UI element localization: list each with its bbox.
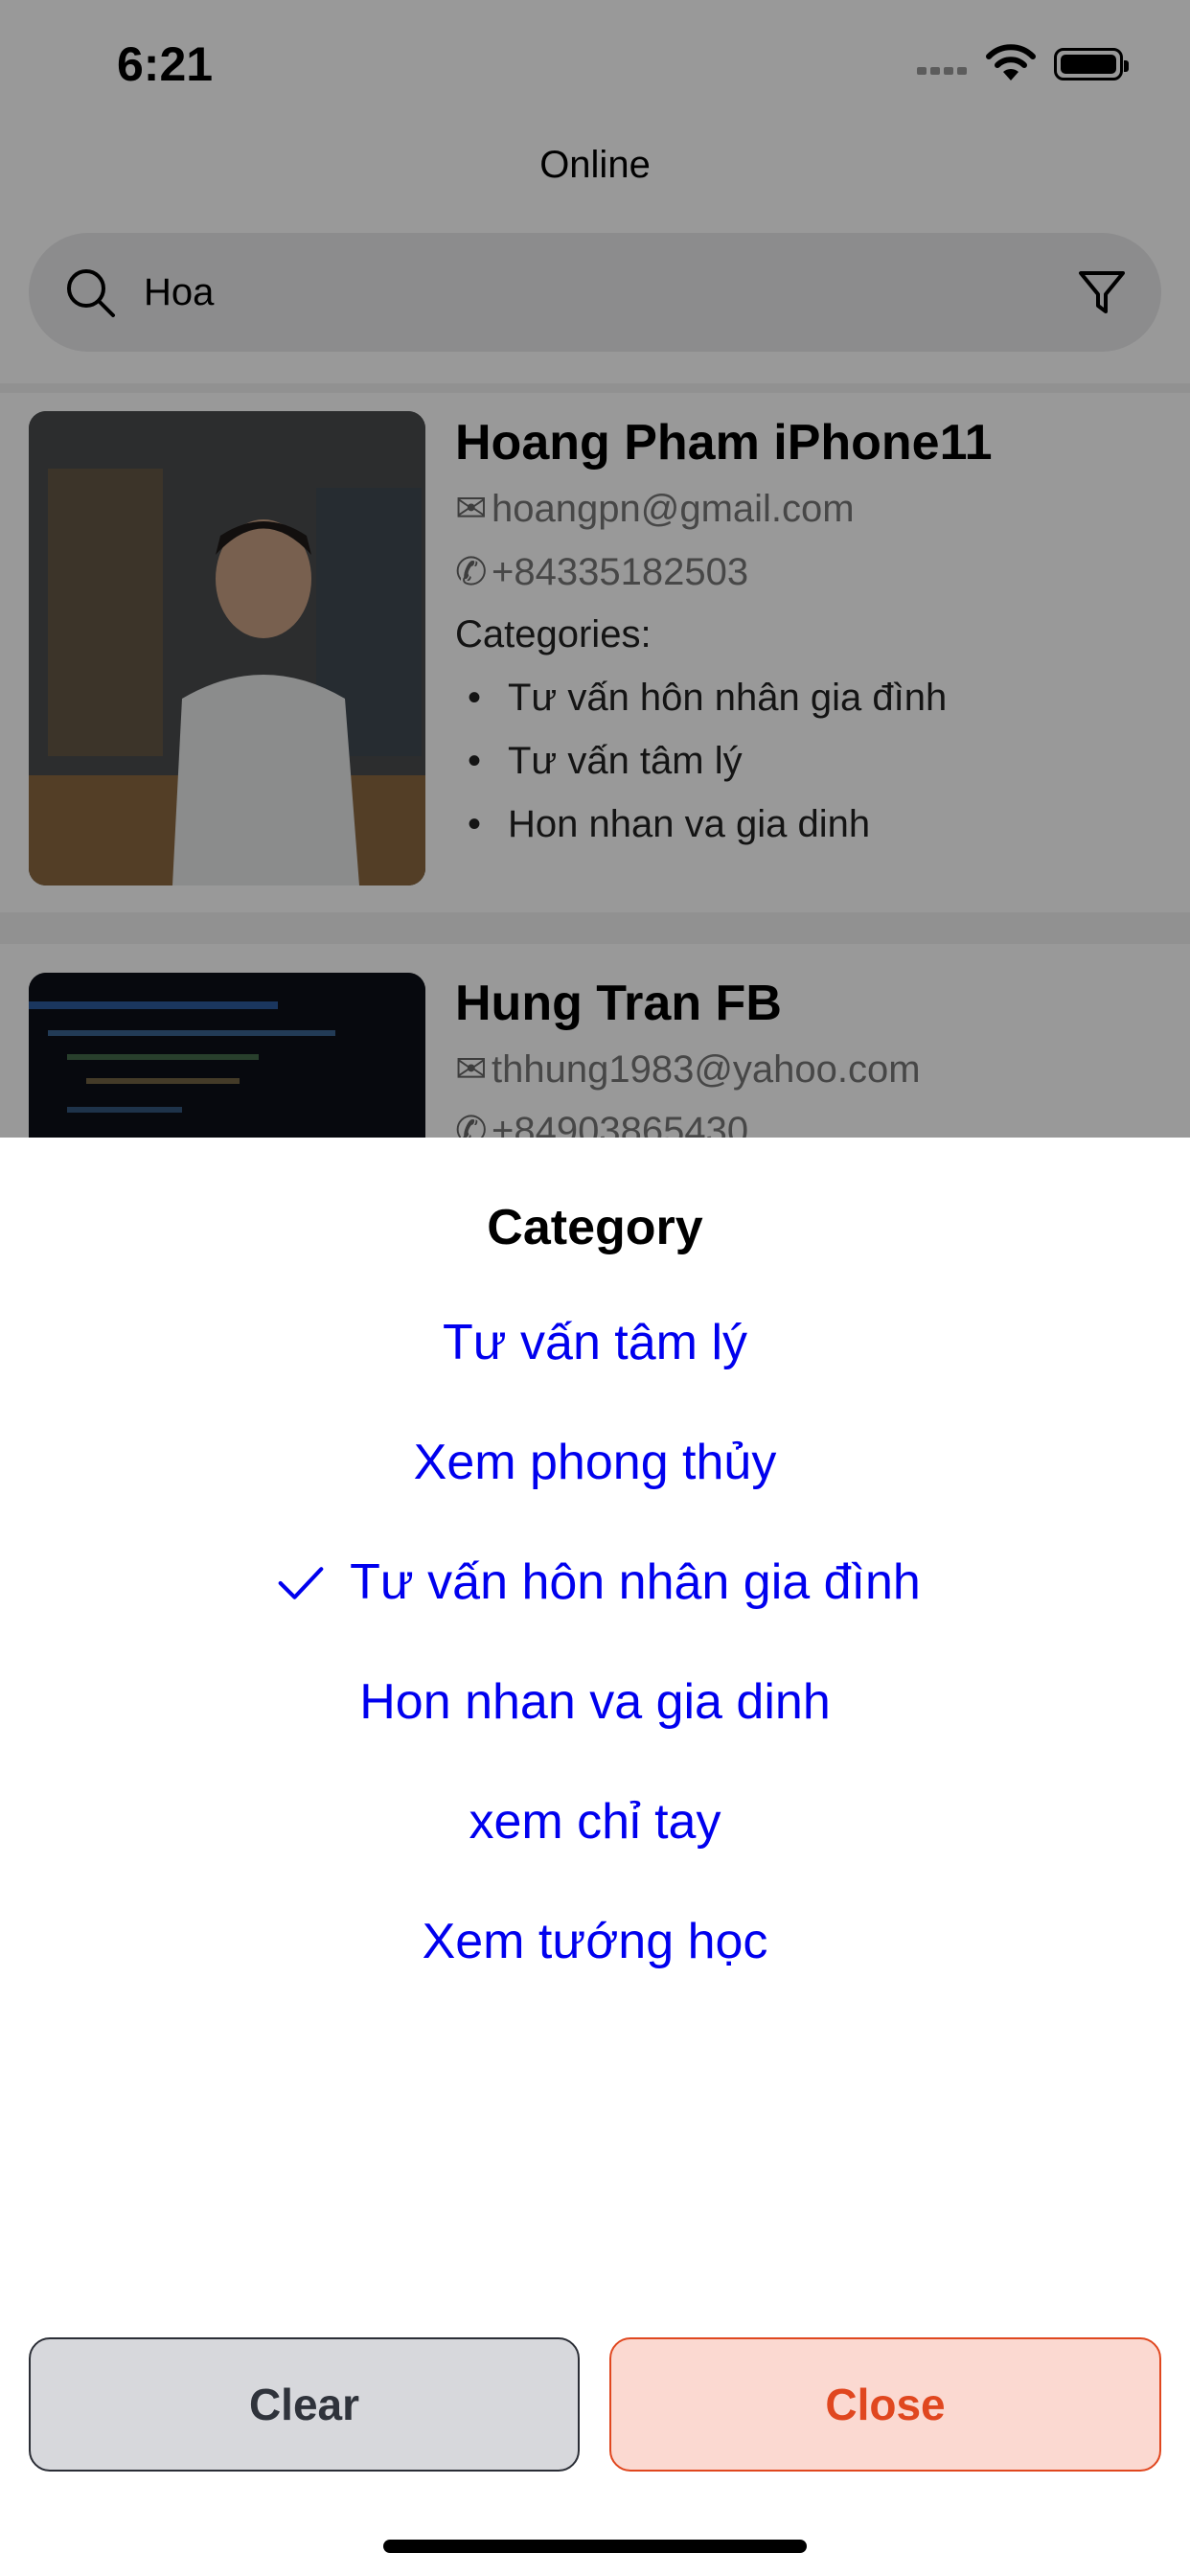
modal-backdrop[interactable] bbox=[0, 0, 1190, 1138]
category-option[interactable]: Tư vấn tâm lý bbox=[0, 1314, 1190, 1371]
category-option-label: Tư vấn tâm lý bbox=[443, 1315, 747, 1370]
checkmark-icon bbox=[278, 1567, 324, 1599]
category-option-selected[interactable]: Tư vấn hôn nhân gia đình bbox=[0, 1553, 1190, 1611]
clear-button[interactable]: Clear bbox=[29, 2337, 580, 2472]
app-screen: 6:21 Online Hoa Hoang Pham iPhone11 ✉ ho… bbox=[0, 0, 1190, 2576]
category-option[interactable]: Hon nhan va gia dinh bbox=[0, 1673, 1190, 1731]
category-option-label: xem chỉ tay bbox=[469, 1794, 721, 1850]
category-option[interactable]: Xem tướng học bbox=[0, 1913, 1190, 1970]
category-option-label: Xem tướng học bbox=[422, 1914, 768, 1969]
category-option-label: Xem phong thủy bbox=[413, 1435, 777, 1490]
category-option[interactable]: xem chỉ tay bbox=[0, 1793, 1190, 1851]
home-indicator bbox=[383, 2540, 807, 2553]
category-option[interactable]: Xem phong thủy bbox=[0, 1434, 1190, 1491]
category-sheet: Category Tư vấn tâm lý Xem phong thủy Tư… bbox=[0, 1138, 1190, 2576]
close-button[interactable]: Close bbox=[609, 2337, 1161, 2472]
sheet-title: Category bbox=[487, 1200, 703, 1255]
category-option-label: Hon nhan va gia dinh bbox=[359, 1674, 831, 1730]
category-option-label: Tư vấn hôn nhân gia đình bbox=[350, 1554, 921, 1610]
